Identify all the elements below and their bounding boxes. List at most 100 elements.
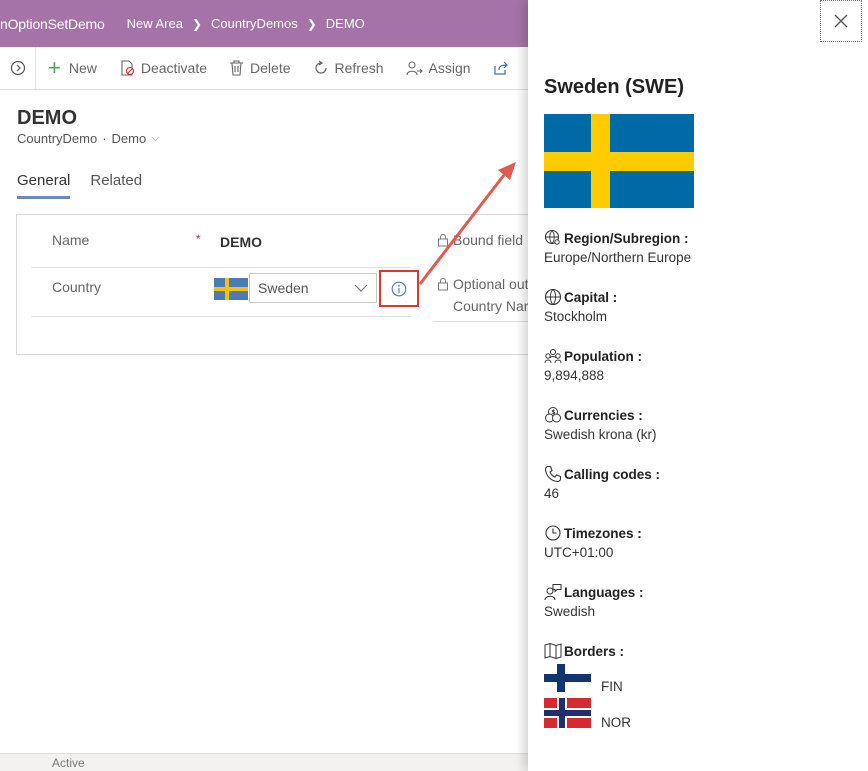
app-background: nOptionSetDemo New Area ❯ CountryDemos ❯… <box>0 0 528 771</box>
separator-dot: · <box>102 131 107 146</box>
norway-flag-icon <box>544 698 591 728</box>
form-selector[interactable]: Demo <box>112 131 147 146</box>
sweden-flag-icon <box>214 278 248 300</box>
top-navigation-bar: nOptionSetDemo New Area ❯ CountryDemos ❯… <box>0 0 528 47</box>
region-heading: Region/Subregion : <box>544 229 691 247</box>
currencies-heading: $ Currencies : <box>544 406 657 424</box>
plus-icon: + <box>48 55 61 80</box>
panel-title: Sweden (SWE) <box>544 76 685 98</box>
border-country-nor[interactable]: NOR <box>544 698 631 730</box>
tab-related[interactable]: Related <box>90 172 142 199</box>
region-section: Region/Subregion : Europe/Northern Europ… <box>544 229 691 265</box>
chevron-down-icon[interactable]: ⌵ <box>151 132 159 145</box>
breadcrumb-entity[interactable]: CountryDemos <box>211 16 298 31</box>
coins-icon: $ <box>545 407 561 423</box>
new-label: New <box>68 60 97 76</box>
close-icon <box>834 14 848 28</box>
timezones-heading: Timezones : <box>544 524 642 542</box>
chevron-right-icon: ❯ <box>306 16 317 31</box>
divider <box>433 321 528 322</box>
status-bar: Active <box>0 753 528 771</box>
divider <box>31 316 411 317</box>
share-button[interactable] <box>493 60 515 76</box>
currencies-section: $ Currencies : Swedish krona (kr) <box>544 406 657 442</box>
region-label: Region/Subregion : <box>564 230 689 246</box>
people-icon <box>544 349 562 364</box>
map-icon <box>544 642 562 660</box>
assign-button[interactable]: Assign <box>405 60 471 76</box>
country-info-panel: Sweden (SWE) Region/Subregion : Europe/N… <box>528 0 868 771</box>
currencies-value: Swedish krona (kr) <box>544 427 657 442</box>
refresh-button[interactable]: Refresh <box>313 60 384 76</box>
annotation-arrow <box>418 162 516 285</box>
assign-icon <box>405 61 423 76</box>
calling-codes-label: Calling codes : <box>564 466 661 482</box>
population-value: 9,894,888 <box>544 368 605 383</box>
border-code-fin: FIN <box>601 679 623 694</box>
record-title: DEMO <box>17 107 77 129</box>
new-button[interactable]: + New <box>48 57 97 79</box>
timezones-value: UTC+01:00 <box>544 545 614 560</box>
population-label: Population : <box>564 348 642 364</box>
population-section: Population : 9,894,888 <box>544 347 642 384</box>
deactivate-label: Deactivate <box>140 60 208 76</box>
breadcrumb-area[interactable]: New Area <box>127 16 183 31</box>
capital-value: Stockholm <box>544 309 608 324</box>
currencies-label: Currencies : <box>564 407 643 423</box>
capital-section: Capital : Stockholm <box>544 288 617 324</box>
phone-icon <box>544 465 562 483</box>
expand-nav-button[interactable] <box>0 46 36 90</box>
command-bar: + New Deactivate Delete Refresh Assign <box>0 46 528 90</box>
timezones-section: Timezones : UTC+01:00 <box>544 524 642 560</box>
languages-heading: Languages : <box>544 583 644 601</box>
calling-codes-section: Calling codes : 46 <box>544 465 660 501</box>
calling-codes-value: 46 <box>544 486 560 501</box>
breadcrumb: New Area ❯ CountryDemos ❯ DEMO <box>127 16 365 31</box>
finland-flag-icon <box>544 664 591 692</box>
form-tabs: General Related <box>17 172 162 199</box>
chevron-down-icon <box>354 284 368 292</box>
border-country-fin[interactable]: FIN <box>544 664 623 694</box>
population-heading: Population : <box>544 347 642 365</box>
breadcrumb-record[interactable]: DEMO <box>326 16 365 31</box>
deactivate-icon <box>121 60 134 76</box>
border-code-nor: NOR <box>601 715 631 730</box>
refresh-label: Refresh <box>334 60 384 76</box>
globe-icon <box>544 288 562 306</box>
languages-label: Languages : <box>564 584 644 600</box>
borders-label: Borders : <box>564 643 625 659</box>
sweden-flag-image <box>544 114 694 208</box>
country-label: Country <box>52 279 102 295</box>
calling-codes-heading: Calling codes : <box>544 465 660 483</box>
record-subtitle: CountryDemo · Demo ⌵ <box>17 131 160 146</box>
entity-name: CountryDemo <box>17 131 98 146</box>
country-select-value: Sweden <box>258 280 309 296</box>
borders-heading: Borders : <box>544 642 624 660</box>
chevron-right-icon: ❯ <box>191 16 203 31</box>
capital-label: Capital : <box>564 289 618 305</box>
refresh-icon <box>314 60 327 74</box>
country-name-label: Country Nar <box>453 298 528 314</box>
chevron-circle-icon <box>10 60 25 76</box>
divider <box>31 267 411 268</box>
tab-general[interactable]: General <box>17 172 71 199</box>
share-icon <box>493 61 508 75</box>
delete-label: Delete <box>250 60 291 76</box>
assign-label: Assign <box>428 60 471 76</box>
status-text: Active <box>52 755 85 770</box>
required-indicator: * <box>196 232 201 246</box>
close-button[interactable] <box>820 0 862 42</box>
speech-person-icon <box>544 584 562 601</box>
app-name[interactable]: nOptionSetDemo <box>0 16 105 32</box>
capital-heading: Capital : <box>544 288 617 306</box>
country-select[interactable]: Sweden <box>249 273 377 303</box>
deactivate-button[interactable]: Deactivate <box>119 60 207 76</box>
globe-pin-icon <box>544 229 560 245</box>
svg-text:$: $ <box>551 409 555 416</box>
region-value: Europe/Northern Europe <box>544 250 692 265</box>
clock-icon <box>545 525 561 541</box>
delete-button[interactable]: Delete <box>229 60 291 76</box>
languages-value: Swedish <box>544 604 596 619</box>
timezones-label: Timezones : <box>564 525 642 541</box>
name-field[interactable]: DEMO <box>220 234 262 250</box>
